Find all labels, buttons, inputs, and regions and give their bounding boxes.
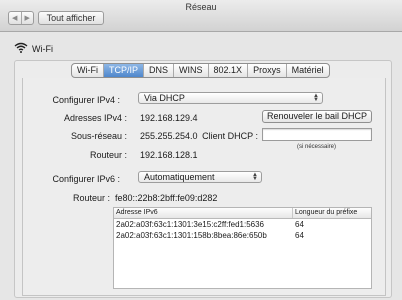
tab-proxys[interactable]: Proxys [247,64,286,77]
dhcp-client-field[interactable] [262,128,372,141]
popup-arrows-icon: ▲ ▼ [313,93,319,103]
prefix-length-cell: 64 [295,231,304,240]
table-row[interactable]: 2a02:a03f:63c1:1301:158b:8bea:86e:650b 6… [114,231,371,241]
wifi-icon [14,42,28,55]
dhcp-client-note: (si nécessaire) [297,144,337,150]
service-name: Wi-Fi [32,43,53,54]
prefix-length-cell: 64 [295,220,304,229]
nav-buttons: ◀ ▶ [8,11,34,25]
service-header: Wi-Fi [14,42,53,55]
ipv6-address-table[interactable]: Adresse IPv6 Longueur du préfixe 2a02:a0… [113,207,372,289]
chevron-left-icon[interactable]: ◀ [9,12,21,24]
column-header-address[interactable]: Adresse IPv6 [114,208,293,218]
configure-ipv6-value: Automatiquement [144,172,215,182]
ipv4-router-label: Routeur : [89,150,127,160]
chevron-right-icon[interactable]: ▶ [20,12,34,24]
tab-8021x[interactable]: 802.1X [207,64,248,77]
column-header-prefix[interactable]: Longueur du préfixe [293,208,371,218]
ipv6-router-label: Routeur : [72,193,110,203]
tab-dns[interactable]: DNS [143,64,173,77]
ipv6-address-cell: 2a02:a03f:63c1:1301:158b:8bea:86e:650b [116,231,267,240]
configure-ipv6-label: Configurer IPv6 : [52,174,120,184]
configure-ipv4-popup[interactable]: Via DHCP ▲ ▼ [138,92,323,104]
configure-ipv4-value: Via DHCP [144,93,185,103]
popup-arrows-icon: ▲ ▼ [252,172,258,182]
renew-dhcp-button[interactable]: Renouveler le bail DHCP [262,110,372,123]
ipv6-address-cell: 2a02:a03f:63c1:1301:3e15:c2ff:fed1:5636 [116,220,264,229]
title-bar: Réseau ◀ ▶ Tout afficher [0,0,402,32]
tab-wifi[interactable]: Wi-Fi [72,64,103,77]
table-row[interactable]: 2a02:a03f:63c1:1301:3e15:c2ff:fed1:5636 … [114,220,371,230]
ipv4-address-label: Adresses IPv4 : [63,113,127,123]
subnet-label: Sous-réseau : [70,131,127,141]
dhcp-client-label: Client DHCP : [202,131,258,141]
tab-bar: Wi-Fi TCP/IP DNS WINS 802.1X Proxys Maté… [71,63,330,78]
subnet-value: 255.255.254.0 [140,131,198,141]
show-all-button[interactable]: Tout afficher [38,11,104,25]
configure-ipv6-popup[interactable]: Automatiquement ▲ ▼ [138,171,262,183]
table-header: Adresse IPv6 Longueur du préfixe [114,208,371,219]
tab-tcpip[interactable]: TCP/IP [103,64,144,77]
configure-ipv4-label: Configurer IPv4 : [52,95,120,105]
ipv6-router-value: fe80::22b8:2bff:fe09:d282 [115,193,218,203]
tab-materiel[interactable]: Matériel [285,64,329,77]
tab-wins[interactable]: WINS [173,64,208,77]
ipv4-router-value: 192.168.128.1 [140,150,198,160]
ipv4-address-value: 192.168.129.4 [140,113,198,123]
